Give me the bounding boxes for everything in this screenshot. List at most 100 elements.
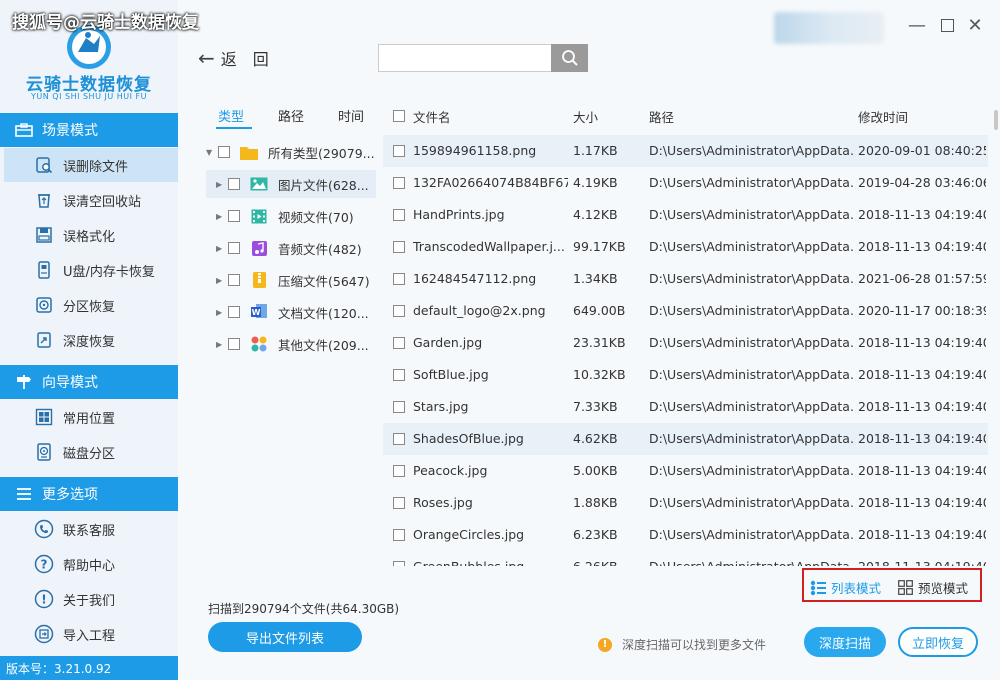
- nav-item-help-center[interactable]: ? 帮助中心: [4, 547, 178, 581]
- row-checkbox[interactable]: [393, 561, 405, 566]
- collapsed-icon: ▶: [216, 179, 223, 189]
- section-header-scene-mode[interactable]: 场景模式: [0, 113, 178, 147]
- table-row[interactable]: 162484547112.png 1.34KB D:\Users\Administr…: [383, 263, 988, 295]
- file-path: D:\Users\Administrator\AppData...: [649, 175, 854, 190]
- tree-item-other[interactable]: ▶ 其他文件(209...: [206, 330, 376, 358]
- table-row[interactable]: default_logo@2x.png 649.00B D:\Users\Admin…: [383, 295, 988, 327]
- nav-item-partition-recovery[interactable]: 分区恢复: [4, 288, 178, 322]
- file-path: D:\Users\Administrator\AppData...: [649, 495, 854, 510]
- table-row[interactable]: 132FA02664074B84BF67... 4.19KB D:\Users\Ad…: [383, 167, 988, 199]
- row-checkbox[interactable]: [393, 529, 405, 541]
- close-button[interactable]: ✕: [964, 14, 986, 36]
- file-size: 4.19KB: [573, 175, 618, 190]
- nav-item-import-project[interactable]: 导入工程: [4, 617, 178, 651]
- file-path: D:\Users\Administrator\AppData...: [649, 239, 854, 254]
- list-mode-button[interactable]: 列表模式: [810, 578, 881, 597]
- close-icon: ✕: [967, 14, 983, 36]
- column-header-size[interactable]: 大小: [573, 107, 598, 126]
- checkbox[interactable]: [228, 274, 240, 286]
- table-row[interactable]: Garden.jpg 23.31KB D:\Users\Administrator\…: [383, 327, 988, 359]
- scrollbar[interactable]: [994, 110, 998, 130]
- file-size: 6.23KB: [573, 527, 618, 542]
- search-button[interactable]: [551, 44, 588, 72]
- maximize-button[interactable]: [936, 14, 958, 36]
- search-input[interactable]: [378, 44, 552, 72]
- tree-item-videos[interactable]: ▶ 视频文件(70): [206, 202, 376, 230]
- nav-item-empty-recycle-bin[interactable]: 误清空回收站: [4, 183, 178, 217]
- windows-icon: [34, 407, 54, 427]
- checkbox[interactable]: [218, 146, 230, 158]
- nav-item-contact-support[interactable]: 联系客服: [4, 512, 178, 546]
- usb-drive-icon: [34, 260, 54, 280]
- row-checkbox[interactable]: [393, 305, 405, 317]
- table-row[interactable]: Peacock.jpg 5.00KB D:\Users\Administrator\…: [383, 455, 988, 487]
- checkbox[interactable]: [228, 338, 240, 350]
- row-checkbox[interactable]: [393, 177, 405, 189]
- help-icon: ?: [34, 554, 54, 574]
- nav-item-format[interactable]: 误格式化: [4, 218, 178, 252]
- tree-tabs: 类型 路径 时间: [218, 106, 398, 125]
- column-header-name[interactable]: 文件名: [413, 107, 451, 126]
- checkbox[interactable]: [228, 242, 240, 254]
- nav-item-common-locations[interactable]: 常用位置: [4, 400, 178, 434]
- file-modified: 2018-11-13 04:19:40: [858, 335, 986, 350]
- view-mode-switcher: 列表模式 预览模式: [802, 568, 982, 602]
- checkbox[interactable]: [228, 178, 240, 190]
- row-checkbox[interactable]: [393, 497, 405, 509]
- table-row[interactable]: OrangeCircles.jpg 6.23KB D:\Users\Administ…: [383, 519, 988, 551]
- table-row[interactable]: Roses.jpg 1.88KB D:\Users\Administrator\Ap…: [383, 487, 988, 519]
- row-checkbox[interactable]: [393, 465, 405, 477]
- export-list-button[interactable]: 导出文件列表: [208, 622, 362, 652]
- recover-now-button[interactable]: 立即恢复: [898, 627, 978, 657]
- nav-item-label: 误删除文件: [63, 159, 129, 175]
- table-row[interactable]: TranscodedWallpaper.j... 99.17KB D:\Users\…: [383, 231, 988, 263]
- file-modified: 2018-11-13 04:19:40: [858, 431, 986, 446]
- tree-item-audio[interactable]: ▶ 音频文件(482): [206, 234, 376, 262]
- select-all-checkbox[interactable]: [393, 110, 405, 122]
- row-checkbox[interactable]: [393, 369, 405, 381]
- hint-text: 深度扫描可以找到更多文件: [622, 638, 767, 652]
- nav-item-deleted-files[interactable]: 误删除文件: [4, 148, 178, 182]
- table-row[interactable]: ShadesOfBlue.jpg 4.62KB D:\Users\Administr…: [383, 423, 988, 455]
- minimize-button[interactable]: —: [906, 14, 928, 36]
- nav-item-disk-partition[interactable]: 磁盘分区: [4, 435, 178, 469]
- file-path: D:\Users\Administrator\AppData...: [649, 431, 854, 446]
- column-header-modified[interactable]: 修改时间: [858, 107, 908, 126]
- logo-subtitle: YUN QI SHI SHU JU HUI FU: [31, 92, 147, 101]
- file-path: D:\Users\Administrator\AppData...: [649, 271, 854, 286]
- row-checkbox[interactable]: [393, 401, 405, 413]
- back-button[interactable]: ← 返 回: [198, 46, 269, 70]
- file-size: 1.34KB: [573, 271, 618, 286]
- table-row[interactable]: HandPrints.jpg 4.12KB D:\Users\Administrat…: [383, 199, 988, 231]
- preview-mode-button[interactable]: 预览模式: [898, 578, 968, 597]
- tab-type[interactable]: 类型: [218, 106, 278, 125]
- table-row[interactable]: 159894961158.png 1.17KB D:\Users\Administr…: [383, 135, 988, 167]
- tree-item-documents[interactable]: ▶ W 文档文件(120...: [206, 298, 376, 326]
- table-row[interactable]: Stars.jpg 7.33KB D:\Users\Administrator\Ap…: [383, 391, 988, 423]
- checkbox[interactable]: [228, 306, 240, 318]
- file-path: D:\Users\Administrator\AppData...: [649, 335, 854, 350]
- account-avatar[interactable]: [774, 12, 884, 44]
- row-checkbox[interactable]: [393, 145, 405, 157]
- row-checkbox[interactable]: [393, 337, 405, 349]
- tab-path[interactable]: 路径: [278, 106, 338, 125]
- deep-scan-button[interactable]: 深度扫描: [804, 627, 886, 657]
- nav-item-deep-recovery[interactable]: 深度恢复: [4, 323, 178, 357]
- row-checkbox[interactable]: [393, 209, 405, 221]
- tree-item-archives[interactable]: ▶ 压缩文件(5647): [206, 266, 376, 294]
- checkbox[interactable]: [228, 210, 240, 222]
- tree-item-all-types[interactable]: ▼ 所有类型(29079...: [206, 138, 376, 166]
- section-header-more-options[interactable]: 更多选项: [0, 477, 178, 511]
- row-checkbox[interactable]: [393, 433, 405, 445]
- table-row[interactable]: GreenBubbles.jpg 6.26KB D:\Users\Administr…: [383, 551, 988, 566]
- tree-item-images[interactable]: ▶ 图片文件(628...: [206, 170, 376, 198]
- column-header-path[interactable]: 路径: [649, 107, 674, 126]
- nav-item-about-us[interactable]: ! 关于我们: [4, 582, 178, 616]
- file-modified: 2018-11-13 04:19:40: [858, 367, 986, 382]
- table-row[interactable]: SoftBlue.jpg 10.32KB D:\Users\Administrato…: [383, 359, 988, 391]
- file-name: default_logo@2x.png: [413, 303, 546, 318]
- row-checkbox[interactable]: [393, 241, 405, 253]
- nav-item-usb-recovery[interactable]: U盘/内存卡恢复: [4, 253, 178, 287]
- row-checkbox[interactable]: [393, 273, 405, 285]
- section-header-wizard-mode[interactable]: 向导模式: [0, 365, 178, 399]
